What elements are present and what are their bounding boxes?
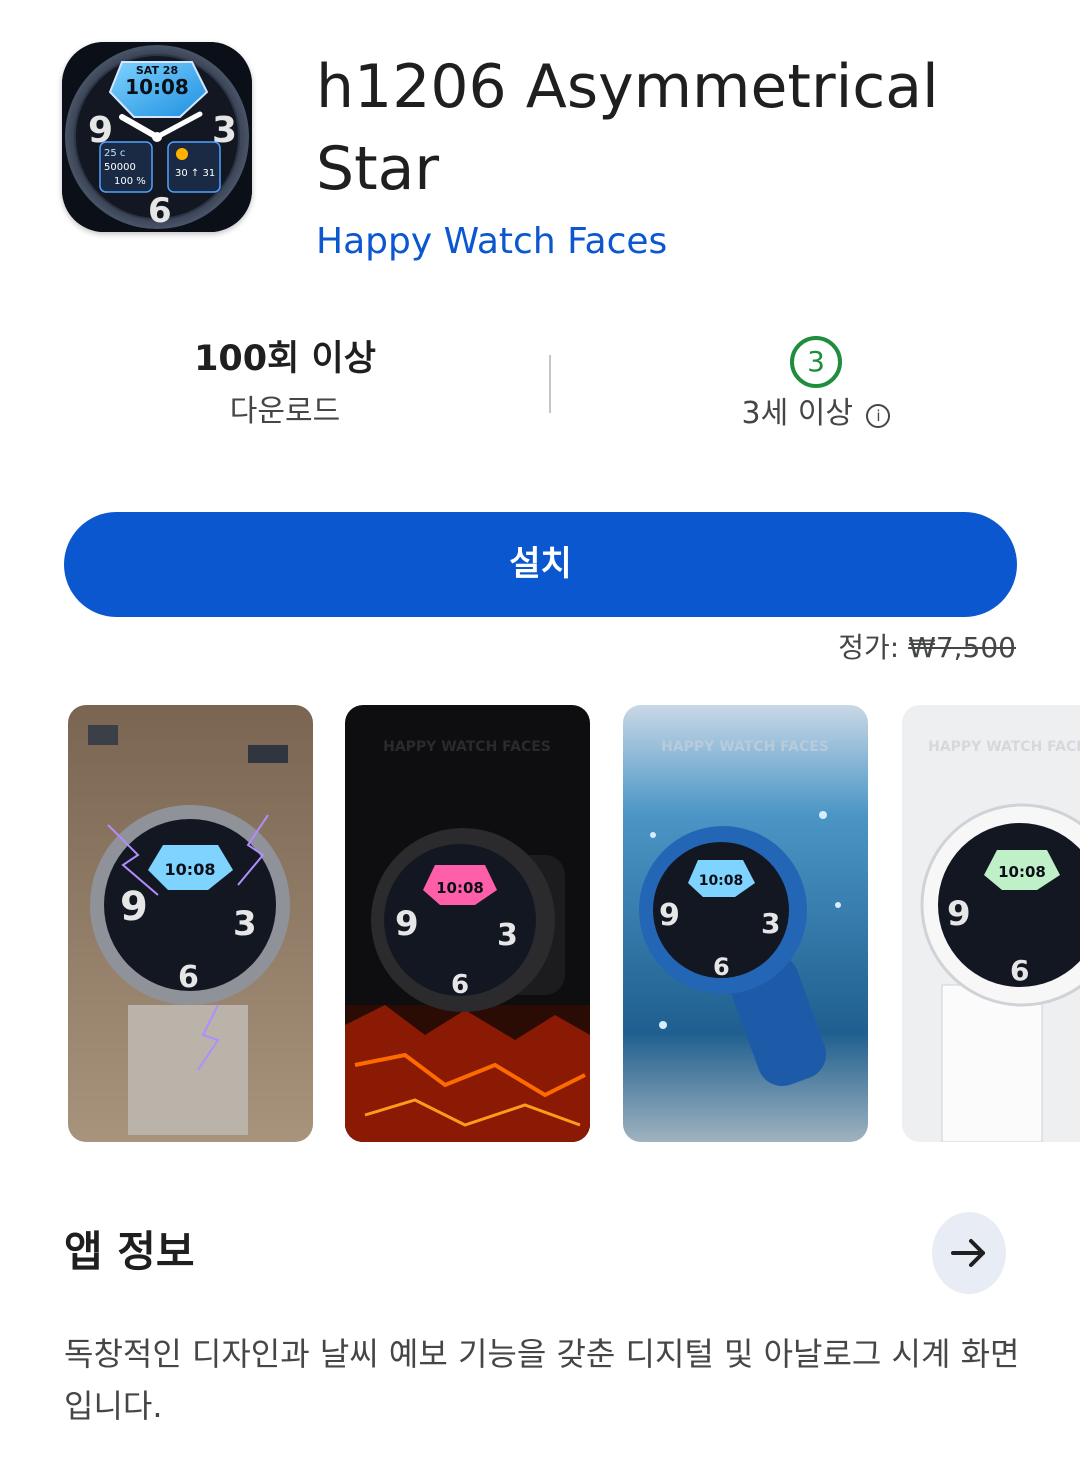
svg-text:10:08: 10:08: [125, 75, 189, 99]
svg-text:HAPPY WATCH FACES: HAPPY WATCH FACES: [928, 739, 1080, 755]
install-button[interactable]: 설치: [64, 512, 1017, 617]
screenshot-3[interactable]: HAPPY WATCH FACES 10:08 9 3 6: [623, 705, 868, 1142]
svg-text:6: 6: [713, 953, 730, 981]
downloads-value: 100회 이상: [194, 339, 376, 379]
downloads-label: 다운로드: [229, 394, 341, 429]
svg-text:25 c: 25 c: [104, 148, 125, 159]
developer-link[interactable]: Happy Watch Faces: [316, 218, 667, 266]
svg-text:3: 3: [761, 907, 780, 940]
svg-text:10:08: 10:08: [998, 863, 1046, 881]
stats-row: 100회 이상 다운로드 3 3세 이상 i: [0, 330, 1080, 440]
content-rating-badge: 3: [790, 336, 842, 388]
svg-text:9: 9: [659, 898, 680, 933]
content-rating-label: 3세 이상 i: [700, 390, 932, 438]
app-icon: SAT 28 10:08 9 3 6 25 c 50000 100 % 30 ↑…: [62, 42, 252, 232]
screenshot-2[interactable]: HAPPY WATCH FACES 10:08 9 3 6: [345, 705, 590, 1142]
svg-text:HAPPY WATCH FACES: HAPPY WATCH FACES: [661, 739, 829, 755]
price-info: 정가: ₩7,500: [838, 628, 1016, 668]
svg-text:10:08: 10:08: [699, 873, 744, 889]
svg-text:50000: 50000: [104, 162, 136, 173]
price-prefix: 정가:: [838, 631, 900, 664]
about-section-title: 앱 정보: [64, 1227, 195, 1276]
svg-text:10:08: 10:08: [165, 860, 216, 879]
svg-text:3: 3: [233, 904, 257, 944]
app-title: h1206 Asymmetrical Star: [316, 52, 939, 204]
about-arrow-button[interactable]: [932, 1212, 1006, 1294]
svg-text:3: 3: [497, 918, 518, 953]
svg-text:100 %: 100 %: [114, 176, 146, 187]
svg-text:9: 9: [395, 904, 419, 944]
info-icon[interactable]: i: [866, 404, 891, 428]
svg-text:6: 6: [1010, 954, 1029, 987]
svg-text:HAPPY WATCH FACES: HAPPY WATCH FACES: [383, 739, 551, 755]
svg-text:10:08: 10:08: [436, 879, 484, 897]
downloads-stat: 100회 이상 다운로드: [140, 330, 430, 436]
stats-divider: [549, 355, 551, 413]
svg-text:30 ↑ 31: 30 ↑ 31: [175, 168, 215, 179]
screenshot-1[interactable]: 10:08 9 3 6: [68, 705, 313, 1142]
content-rating-stat[interactable]: 3 3세 이상 i: [700, 336, 932, 438]
svg-text:6: 6: [178, 960, 199, 995]
svg-text:6: 6: [451, 970, 469, 1000]
svg-text:9: 9: [947, 894, 971, 934]
arrow-right-icon: [951, 1239, 985, 1267]
app-description: 독창적인 디자인과 날씨 예보 기능을 갖춘 디지털 및 아날로그 시계 화면입…: [64, 1335, 1020, 1425]
original-price: ₩7,500: [908, 631, 1016, 664]
screenshot-carousel[interactable]: 10:08 9 3 6 HAPPY WATCH FACES 10:08 9 3 …: [0, 705, 1080, 1145]
content-rating-text: 3세 이상: [741, 396, 853, 431]
svg-text:9: 9: [120, 884, 148, 930]
screenshot-4[interactable]: HAPPY WATCH FACES 10:08 9 6: [902, 705, 1080, 1142]
svg-text:6: 6: [148, 191, 172, 231]
